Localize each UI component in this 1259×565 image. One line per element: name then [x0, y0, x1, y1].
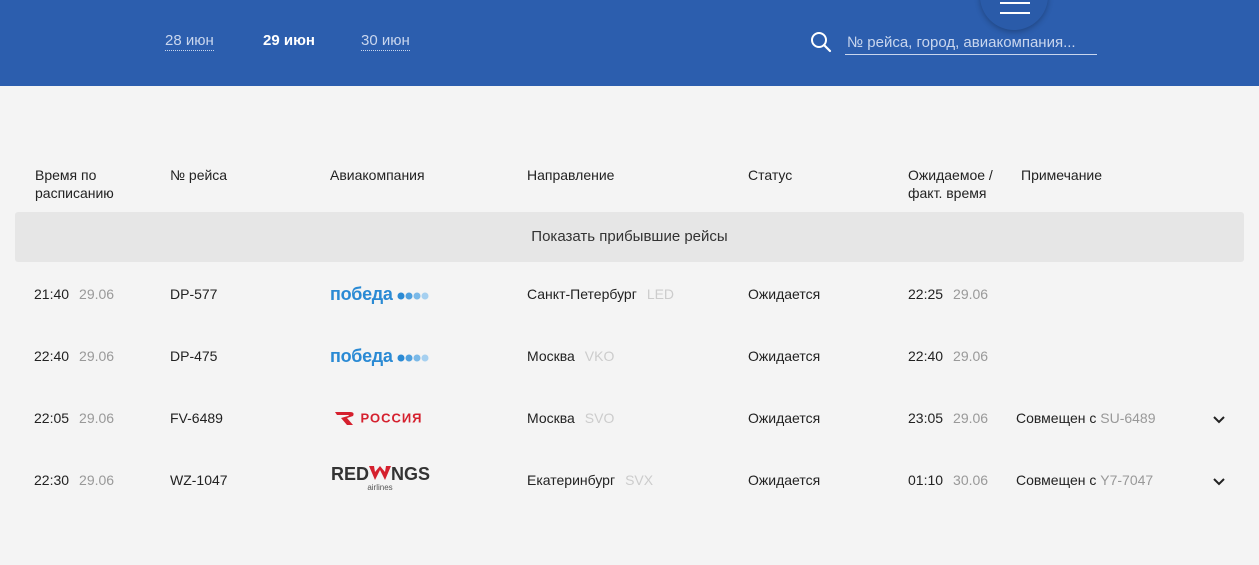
airport-code: SVO: [584, 410, 615, 426]
date-tab-30[interactable]: 30 июн: [361, 32, 410, 51]
flight-note: Совмещен с SU-6489: [1016, 410, 1156, 426]
pobeda-logo-text: победа: [330, 346, 393, 366]
date-text: 29.06: [79, 348, 115, 364]
direction: Санкт-Петербург LED: [527, 286, 674, 302]
menu-button[interactable]: [980, 0, 1048, 30]
column-header-text: Время по: [35, 167, 97, 183]
date-text: 29.06: [79, 472, 115, 488]
codeshare-code: SU-6489: [1100, 410, 1156, 426]
flight-status: Ожидается: [748, 410, 821, 426]
direction: Москва SVO: [527, 410, 614, 426]
table-row[interactable]: 22:40 29.06 DP-475 победа Москва VKO Ожида…: [0, 324, 1259, 386]
scheduled-time: 22:05 29.06: [34, 410, 114, 426]
redwings-logo-text: RED: [331, 464, 370, 484]
redwings-logo: RED NGS airlines: [331, 464, 431, 492]
time-text: 01:10: [908, 472, 944, 488]
time-text: 22:40: [34, 348, 70, 364]
airport-code: LED: [646, 286, 675, 302]
date-text: 29.06: [79, 410, 115, 426]
show-arrived-button[interactable]: Показать прибывшие рейсы: [15, 212, 1244, 262]
flight-number[interactable]: WZ-1047: [170, 472, 228, 488]
pobeda-logo: победа: [330, 284, 429, 305]
search-icon[interactable]: [810, 31, 832, 53]
flight-number[interactable]: DP-577: [170, 286, 217, 302]
flight-number[interactable]: DP-475: [170, 348, 217, 364]
table-row[interactable]: 22:05 29.06 FV-6489 РОССИЯ Москва SVO Ожид…: [0, 386, 1259, 448]
time-text: 22:25: [908, 286, 944, 302]
table-row[interactable]: 22:30 29.06 WZ-1047 RED NGS airlines Екате…: [0, 448, 1259, 510]
flight-status: Ожидается: [748, 472, 821, 488]
column-header-text: факт. время: [908, 185, 987, 201]
airport-code: VKO: [584, 348, 615, 364]
codeshare-code: Y7-7047: [1100, 472, 1154, 488]
pobeda-logo: победа: [330, 346, 429, 367]
city-text: Санкт-Петербург: [527, 286, 637, 302]
time-text: 23:05: [908, 410, 944, 426]
direction: Екатеринбург SVX: [527, 472, 653, 488]
column-header-airline: Авиакомпания: [330, 167, 425, 183]
time-text: 22:05: [34, 410, 70, 426]
redwings-logo-subtext: airlines: [367, 483, 393, 492]
date-tab-29[interactable]: 29 июн: [263, 32, 315, 50]
pobeda-logo-text: победа: [330, 284, 393, 304]
redwings-wing-icon: [369, 466, 392, 480]
city-text: Москва: [527, 348, 575, 364]
expected-time: 01:10 30.06: [908, 472, 988, 488]
table-row[interactable]: 21:40 29.06 DP-577 победа Санкт-Петербург…: [0, 262, 1259, 324]
date-text: 29.06: [953, 410, 989, 426]
column-header-direction: Направление: [527, 167, 615, 183]
column-header-flight: № рейса: [170, 167, 228, 183]
note-text: Совмещен с: [1016, 410, 1101, 426]
column-header-text: расписанию: [35, 185, 114, 201]
scheduled-time: 22:40 29.06: [34, 348, 114, 364]
time-text: 22:40: [908, 348, 944, 364]
note-text: Совмещен с: [1016, 472, 1101, 488]
date-tab-28[interactable]: 28 июн: [165, 32, 214, 51]
expected-time: 22:25 29.06: [908, 286, 988, 302]
column-header-expected: Ожидаемое / факт. время: [908, 166, 993, 202]
expected-time: 23:05 29.06: [908, 410, 988, 426]
date-text: 29.06: [953, 286, 989, 302]
flight-number[interactable]: FV-6489: [170, 410, 223, 426]
date-text: 30.06: [953, 472, 989, 488]
flight-note: Совмещен с Y7-7047: [1016, 472, 1153, 488]
column-header-text: Ожидаемое /: [908, 167, 993, 183]
flight-status: Ожидается: [748, 348, 821, 364]
top-bar: 28 июн 29 июн 30 июн: [0, 0, 1259, 86]
column-header-note: Примечание: [1021, 167, 1103, 183]
rossiya-wing-icon: [335, 411, 354, 425]
menu-icon: [1000, 12, 1030, 14]
expected-time: 22:40 29.06: [908, 348, 988, 364]
pobeda-dots-icon: [397, 354, 429, 362]
menu-icon: [1000, 2, 1030, 4]
city-text: Москва: [527, 410, 575, 426]
time-text: 22:30: [34, 472, 70, 488]
scheduled-time: 21:40 29.06: [34, 286, 114, 302]
date-text: 29.06: [79, 286, 115, 302]
pobeda-dots-icon: [397, 292, 429, 300]
direction: Москва VKO: [527, 348, 614, 364]
chevron-down-icon[interactable]: [1212, 413, 1226, 427]
city-text: Екатеринбург: [527, 472, 616, 488]
flight-status: Ожидается: [748, 286, 821, 302]
chevron-down-icon[interactable]: [1212, 475, 1226, 489]
rossiya-logo: РОССИЯ: [334, 409, 423, 427]
column-header-status: Статус: [748, 167, 793, 183]
date-text: 29.06: [953, 348, 989, 364]
column-header-scheduled: Время по расписанию: [35, 166, 114, 202]
search-input[interactable]: [845, 30, 1097, 55]
redwings-logo-text: NGS: [391, 464, 431, 484]
scheduled-time: 22:30 29.06: [34, 472, 114, 488]
time-text: 21:40: [34, 286, 70, 302]
rossiya-logo-text: РОССИЯ: [360, 410, 423, 426]
airport-code: SVX: [625, 472, 654, 488]
